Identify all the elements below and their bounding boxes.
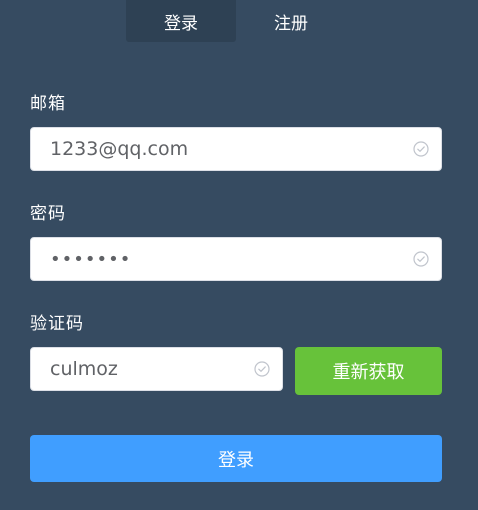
email-label: 邮箱 xyxy=(30,94,66,114)
tab-register[interactable]: 注册 xyxy=(236,0,346,42)
password-field[interactable] xyxy=(31,238,413,280)
tab-login[interactable]: 登录 xyxy=(126,0,236,42)
email-field-wrapper xyxy=(30,127,442,171)
captcha-field[interactable] xyxy=(31,348,254,390)
check-circle-icon xyxy=(413,141,429,157)
captcha-label: 验证码 xyxy=(30,314,84,334)
captcha-field-wrapper xyxy=(30,347,283,391)
password-field-wrapper xyxy=(30,237,442,281)
email-field[interactable] xyxy=(31,128,413,170)
refresh-captcha-button[interactable]: 重新获取 xyxy=(295,347,442,395)
login-page: { "tabs": [ {"label": "登录", "active": tr… xyxy=(0,0,478,510)
login-button[interactable]: 登录 xyxy=(30,435,442,482)
check-circle-icon xyxy=(254,361,270,377)
auth-tabs: 登录 注册 xyxy=(126,0,346,42)
check-circle-icon xyxy=(413,251,429,267)
password-label: 密码 xyxy=(30,204,66,224)
